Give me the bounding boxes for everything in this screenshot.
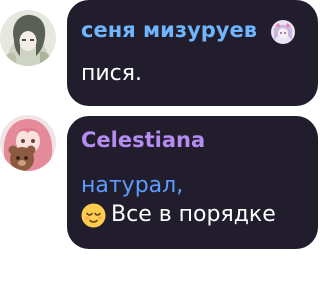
message-text: пися. <box>81 61 143 86</box>
anime-girl-avatar-icon <box>0 10 56 66</box>
sender-name[interactable]: Celestiana <box>81 128 205 152</box>
message-bubble[interactable]: Celestiana натурал, Все в порядке <box>67 116 318 249</box>
sender-avatar[interactable] <box>0 115 56 171</box>
sender-name[interactable]: сеня мизуруев <box>81 18 257 42</box>
sender-avatar[interactable] <box>0 10 56 66</box>
relieved-face-emoji-icon <box>81 203 106 228</box>
message-text-line-2: Все в порядке <box>111 202 276 227</box>
anime-sticker-badge-icon <box>271 20 295 44</box>
message-text-line-1: натурал, <box>81 173 184 198</box>
message-bubble[interactable]: сеня мизуруев пися. <box>67 0 318 106</box>
pink-hair-girl-avatar-icon <box>0 115 56 171</box>
